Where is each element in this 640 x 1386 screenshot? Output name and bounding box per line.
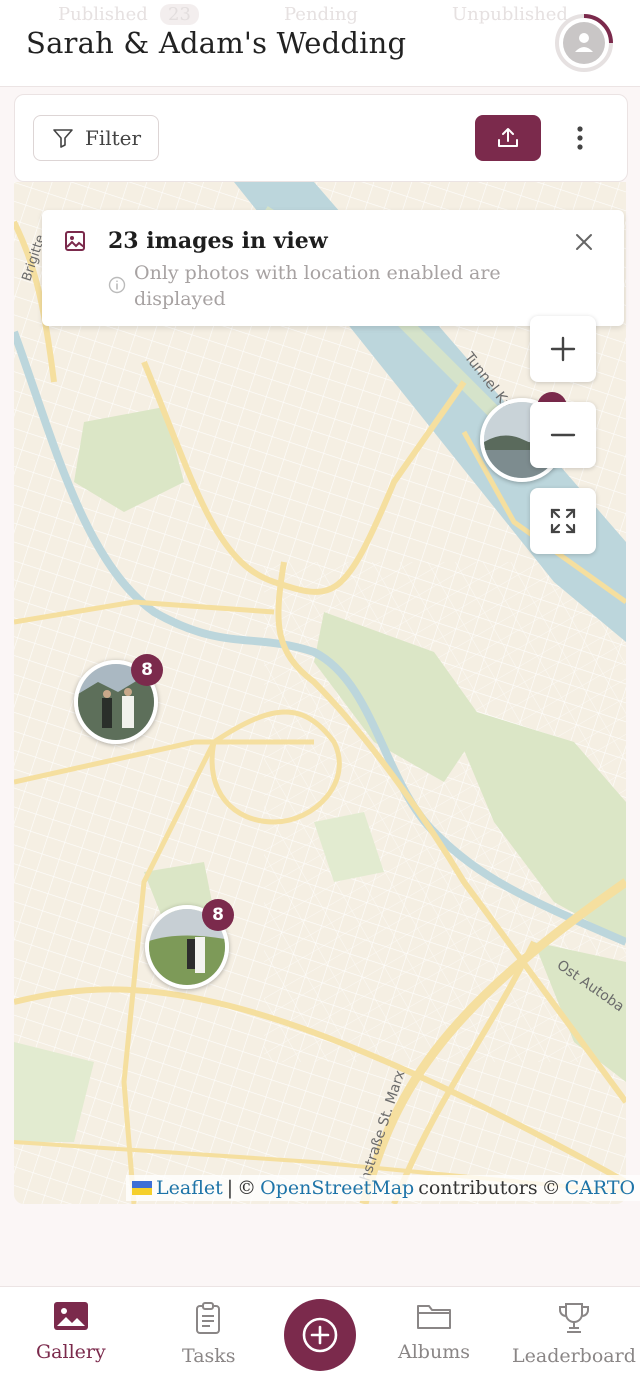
contributors-text: contributors [418,1177,538,1199]
app-header: Published 23 Pending Unpublished Sarah &… [0,0,640,87]
plus-circle-icon [302,1317,338,1353]
nav-label: Albums [398,1341,470,1363]
plus-icon [550,336,576,362]
tab-pending: Pending [284,4,358,25]
status-tabs-behind: Published 23 Pending Unpublished [0,2,640,28]
profile-avatar[interactable] [553,12,615,74]
tab-unpublished: Unpublished [452,4,568,25]
location-note: Only photos with location enabled are di… [134,262,501,310]
carto-link[interactable]: CARTO [565,1177,635,1199]
bottom-navigation: Gallery Tasks Albums Leaderboard [0,1286,640,1386]
leaflet-link[interactable]: Leaflet [156,1177,223,1199]
more-vertical-icon [577,126,583,150]
close-icon[interactable] [574,232,594,252]
upload-icon [498,128,518,147]
nav-albums[interactable]: Albums [398,1301,470,1363]
image-icon [65,231,85,251]
filter-icon [53,129,73,148]
minus-icon [550,433,576,437]
fullscreen-button[interactable] [530,488,596,554]
event-title: Sarah & Adam's Wedding [26,26,407,60]
attribution-separator: | [226,1177,234,1199]
tab-published-count: 23 [160,4,199,25]
nav-label: Leaderboard [512,1345,636,1367]
folder-icon [416,1305,451,1329]
nav-leaderboard[interactable]: Leaderboard [512,1301,636,1367]
nav-label: Tasks [182,1345,236,1367]
nav-gallery[interactable]: Gallery [36,1301,106,1363]
nav-label: Gallery [36,1341,106,1363]
filter-button[interactable]: Filter [33,115,159,161]
images-in-view-card: 23 images in view Only photos with locat… [42,210,624,326]
copyright-symbol: © [541,1177,561,1199]
clipboard-icon [195,1302,220,1334]
zoom-out-button[interactable] [530,402,596,468]
map-attribution: Leaflet | © OpenStreetMap contributors ©… [126,1175,640,1201]
openstreetmap-link[interactable]: OpenStreetMap [260,1177,414,1199]
more-options-button[interactable] [563,117,597,159]
nav-tasks[interactable]: Tasks [182,1301,236,1367]
images-in-view-title: 23 images in view [108,228,328,254]
upload-button[interactable] [475,115,541,161]
gallery-toolbar: Filter [14,94,628,182]
info-icon [108,276,126,294]
cluster-count-badge: 8 [131,654,163,686]
cluster-count-badge: 8 [202,899,234,931]
tab-published: Published [58,4,148,25]
ukraine-flag-icon [132,1181,152,1195]
trophy-icon [558,1303,589,1333]
zoom-in-button[interactable] [530,316,596,382]
filter-label: Filter [84,126,142,150]
image-icon [53,1302,88,1330]
fullscreen-icon [550,508,576,534]
add-photo-button[interactable] [284,1299,356,1371]
copyright-symbol: © [237,1177,257,1199]
